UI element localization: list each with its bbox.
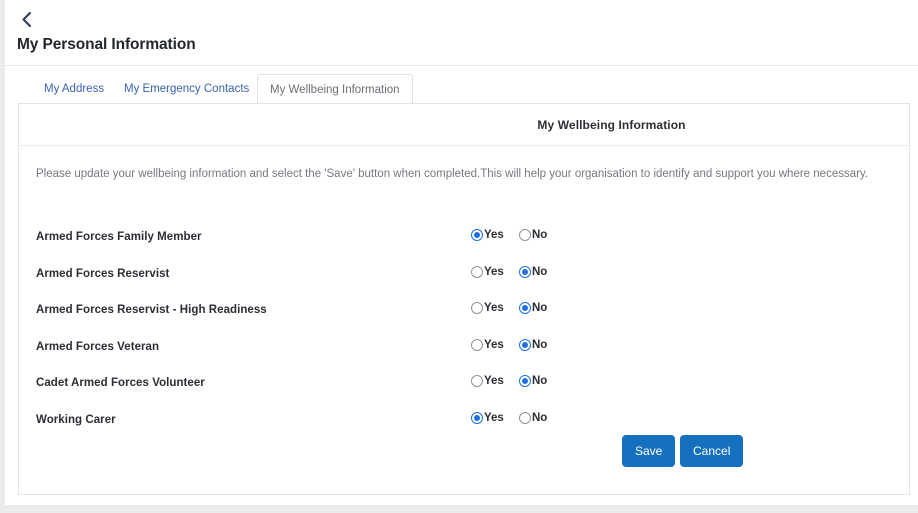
radio-yes-icon [471, 265, 483, 278]
question-label: Cadet Armed Forces Volunteer [36, 377, 205, 389]
radio-option-no[interactable]: No [519, 411, 548, 424]
radio-yes-label: Yes [484, 375, 504, 387]
card-header-title: My Wellbeing Information [537, 118, 686, 132]
card-header: My Wellbeing Information [19, 104, 909, 146]
intro-text: Please update your wellbeing information… [36, 168, 869, 180]
question-row: Armed Forces Reservist Yes No [19, 263, 909, 300]
radio-no-icon [519, 375, 531, 387]
page-root: My Personal Information My Address My Em… [5, 0, 918, 505]
question-row: Cadet Armed Forces Volunteer Yes No [19, 372, 909, 409]
radio-no-icon [519, 265, 531, 278]
radio-yes-icon [471, 338, 483, 351]
tab-my-address[interactable]: My Address [34, 74, 114, 104]
page-title: My Personal Information [17, 36, 196, 53]
back-button[interactable] [13, 6, 39, 32]
question-row: Armed Forces Veteran Yes No [19, 336, 909, 373]
radio-no-icon [519, 302, 531, 314]
radio-yes-icon [471, 229, 483, 241]
radio-option-no[interactable]: No [519, 302, 547, 314]
top-bar: My Personal Information [5, 0, 918, 66]
radio-option-yes[interactable]: Yes [471, 265, 504, 278]
radio-no-label: No [532, 265, 548, 278]
question-row: Armed Forces Family Member Yes No [19, 226, 909, 263]
radio-no-label: No [532, 302, 548, 314]
question-row: Armed Forces Reservist - High Readiness … [19, 299, 909, 336]
radio-yes-icon [471, 375, 483, 387]
question-list: Armed Forces Family Member Yes No Armed … [19, 226, 909, 445]
question-label: Armed Forces Reservist [36, 267, 170, 280]
radio-option-yes[interactable]: Yes [471, 411, 504, 424]
radio-yes-label: Yes [484, 411, 504, 424]
radio-no-label: No [532, 411, 548, 424]
radio-option-no[interactable]: No [519, 338, 548, 351]
tab-my-wellbeing-information[interactable]: My Wellbeing Information [257, 74, 413, 104]
radio-no-label: No [532, 338, 548, 351]
radio-yes-icon [471, 411, 483, 424]
tab-my-wellbeing-information-label: My Wellbeing Information [270, 84, 400, 96]
tab-my-address-label: My Address [44, 83, 105, 95]
radio-no-icon [519, 338, 531, 351]
tab-my-emergency-contacts-label: My Emergency Contacts [124, 83, 250, 95]
radio-yes-label: Yes [484, 265, 504, 278]
radio-no-label: No [532, 229, 548, 241]
chevron-left-icon [21, 11, 32, 28]
question-row: Working Carer Yes No [19, 409, 909, 446]
radio-option-no[interactable]: No [519, 375, 547, 387]
radio-yes-icon [471, 302, 483, 314]
save-button[interactable]: Save [622, 435, 676, 467]
question-label: Armed Forces Family Member [36, 231, 202, 243]
tab-strip: My Address My Emergency Contacts My Well… [18, 74, 910, 104]
radio-option-no[interactable]: No [519, 265, 548, 278]
radio-option-yes[interactable]: Yes [471, 229, 504, 241]
question-label: Armed Forces Veteran [36, 340, 160, 353]
tab-my-emergency-contacts[interactable]: My Emergency Contacts [114, 74, 259, 104]
radio-no-label: No [532, 375, 548, 387]
radio-option-yes[interactable]: Yes [471, 375, 504, 387]
radio-option-yes[interactable]: Yes [471, 302, 504, 314]
radio-no-icon [519, 229, 531, 241]
radio-yes-label: Yes [484, 302, 504, 314]
cancel-button[interactable]: Cancel [680, 435, 744, 467]
radio-option-yes[interactable]: Yes [471, 338, 504, 351]
radio-yes-label: Yes [484, 229, 504, 241]
question-label: Armed Forces Reservist - High Readiness [36, 304, 267, 316]
wellbeing-card: My Wellbeing Information Please update y… [18, 103, 910, 495]
question-label: Working Carer [36, 413, 116, 426]
radio-no-icon [519, 411, 531, 424]
radio-yes-label: Yes [484, 338, 504, 351]
radio-option-no[interactable]: No [519, 229, 547, 241]
